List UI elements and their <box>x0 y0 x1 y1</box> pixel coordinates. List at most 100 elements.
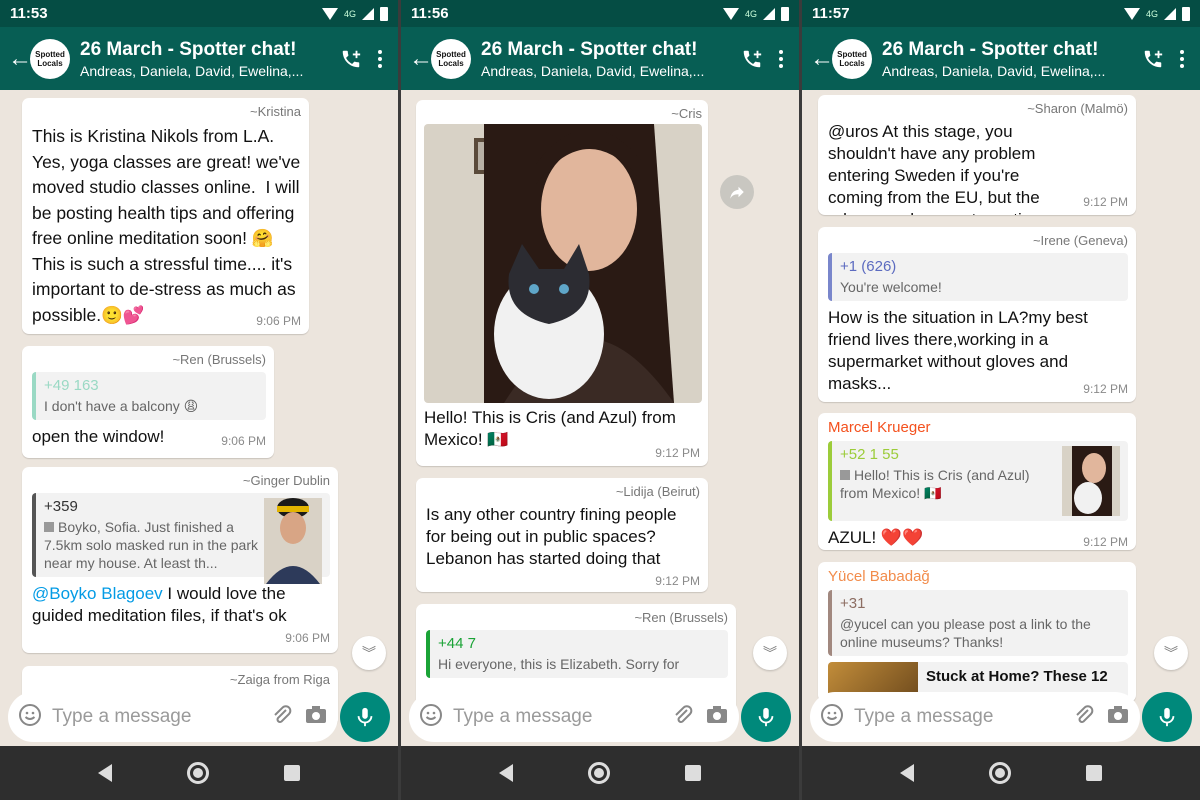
group-title-block[interactable]: 26 March - Spotter chat! Andreas, Daniel… <box>882 39 1136 79</box>
image-icon <box>840 470 850 480</box>
add-call-icon[interactable] <box>735 48 769 70</box>
message-input-bar[interactable]: Type a message <box>810 692 1140 742</box>
add-call-icon[interactable] <box>334 48 368 70</box>
attach-icon[interactable] <box>1072 703 1096 732</box>
message-bubble[interactable]: ~Lidija (Beirut) Is any other country fi… <box>416 478 708 592</box>
quoted-message[interactable]: +31 @yucel can you please post a link to… <box>828 590 1128 656</box>
chat-header: ← Spotted Locals 26 March - Spotter chat… <box>802 27 1200 90</box>
quoted-text: Hi everyone, this is Elizabeth. Sorry fo… <box>438 656 680 672</box>
back-arrow-icon[interactable]: ← <box>810 46 834 71</box>
nav-back-icon[interactable] <box>97 764 112 782</box>
wifi-icon <box>1123 7 1140 20</box>
message-bubble[interactable]: ~Sharon (Malmö) @uros At this stage, you… <box>818 95 1136 215</box>
quoted-number: +31 <box>840 595 866 612</box>
battery-icon <box>380 6 388 21</box>
quoted-text: Boyko, Sofia. Just finished a 7.5km solo… <box>44 519 258 571</box>
group-members: Andreas, Daniela, David, Ewelina,... <box>80 62 304 79</box>
scroll-to-bottom-button[interactable]: ︾ <box>352 636 386 670</box>
message-bubble[interactable]: ~Cris Hello! This is Cris (and Azul) fro… <box>416 100 708 466</box>
message-time: 9:12 PM <box>1083 535 1128 549</box>
message-text: Is any other country fining people for b… <box>426 505 682 568</box>
chat-header: ← Spotted Locals 26 March - Spotter chat… <box>401 27 799 90</box>
nav-recents-icon[interactable] <box>1086 765 1103 781</box>
message-time: 9:12 PM <box>655 574 700 588</box>
mic-button[interactable] <box>1142 692 1192 742</box>
message-text: This is Kristina Nikols from L.A. Yes, y… <box>32 126 306 325</box>
quoted-message[interactable]: +49 163 I don't have a balcony 😩 <box>32 372 266 420</box>
nav-back-icon[interactable] <box>899 764 914 782</box>
nav-home-icon[interactable] <box>587 762 610 784</box>
message-time: 9:06 PM <box>221 434 266 448</box>
message-bubble[interactable]: ~Kristina This is Kristina Nikols from L… <box>22 98 309 334</box>
mic-icon <box>758 707 774 727</box>
shared-photo[interactable] <box>424 124 702 403</box>
status-time: 11:53 <box>10 5 48 22</box>
mic-button[interactable] <box>741 692 791 742</box>
group-title-block[interactable]: 26 March - Spotter chat! Andreas, Daniel… <box>80 39 334 79</box>
status-bar: 11:53 4G <box>0 0 398 27</box>
battery-icon <box>781 6 789 21</box>
scroll-to-bottom-button[interactable]: ︾ <box>1154 636 1188 670</box>
quoted-message[interactable]: +44 7 Hi everyone, this is Elizabeth. So… <box>426 630 728 678</box>
message-sender: ~Cris <box>671 106 702 121</box>
attach-icon[interactable] <box>671 703 695 732</box>
message-text: Hello! This is Cris (and Azul) from Mexi… <box>424 408 681 449</box>
nav-home-icon[interactable] <box>186 762 209 784</box>
nav-recents-icon[interactable] <box>685 765 702 781</box>
camera-icon[interactable] <box>705 703 729 732</box>
quoted-image-thumbnail <box>264 498 322 584</box>
message-bubble[interactable]: ~Ren (Brussels) +49 163 I don't have a b… <box>22 346 274 458</box>
nav-recents-icon[interactable] <box>284 765 301 781</box>
forward-button[interactable] <box>720 175 754 209</box>
emoji-icon[interactable] <box>18 703 42 732</box>
message-list[interactable]: ~Kristina This is Kristina Nikols from L… <box>0 90 398 746</box>
nav-back-icon[interactable] <box>498 764 513 782</box>
back-arrow-icon[interactable]: ← <box>409 46 433 71</box>
message-input[interactable]: Type a message <box>52 706 260 728</box>
quoted-image-thumbnail <box>1062 446 1120 516</box>
message-list[interactable]: ~Sharon (Malmö) @uros At this stage, you… <box>802 90 1200 746</box>
message-input[interactable]: Type a message <box>854 706 1062 728</box>
message-sender: ~Ren (Brussels) <box>634 610 728 625</box>
group-avatar[interactable]: Spotted Locals <box>832 38 872 79</box>
camera-icon[interactable] <box>304 703 328 732</box>
quoted-number: +49 163 <box>44 377 99 394</box>
quoted-number: +1 (626) <box>840 258 897 275</box>
message-text: AZUL! ❤️❤️ <box>828 528 924 547</box>
quoted-text: I don't have a balcony 😩 <box>44 398 199 414</box>
message-bubble[interactable]: Marcel Krueger +52 1 55 Hello! This is C… <box>818 413 1136 550</box>
more-options-icon[interactable] <box>368 49 392 68</box>
more-options-icon[interactable] <box>1170 49 1194 68</box>
message-bubble[interactable]: Yücel Babadağ +31 @yucel can you please … <box>818 562 1136 702</box>
lte-icon: 4G <box>1145 8 1158 19</box>
forward-icon <box>730 186 744 199</box>
back-arrow-icon[interactable]: ← <box>8 46 32 71</box>
group-avatar[interactable]: Spotted Locals <box>30 38 70 79</box>
quoted-message[interactable]: +52 1 55 Hello! This is Cris (and Azul) … <box>828 441 1128 521</box>
message-input[interactable]: Type a message <box>453 706 661 728</box>
message-bubble[interactable]: ~Ginger Dublin +359 Boyko, Sofia. Just f… <box>22 467 338 653</box>
message-bubble[interactable]: ~Irene (Geneva) +1 (626) You're welcome!… <box>818 227 1136 402</box>
more-options-icon[interactable] <box>769 49 793 68</box>
quoted-message[interactable]: +359 Boyko, Sofia. Just finished a 7.5km… <box>32 493 330 584</box>
mic-button[interactable] <box>340 692 390 742</box>
message-input-bar[interactable]: Type a message <box>8 692 338 742</box>
battery-icon <box>1182 6 1190 21</box>
message-input-bar[interactable]: Type a message <box>409 692 739 742</box>
nav-home-icon[interactable] <box>988 762 1011 784</box>
attach-icon[interactable] <box>270 703 294 732</box>
scroll-to-bottom-button[interactable]: ︾ <box>753 636 787 670</box>
wifi-icon <box>321 7 338 20</box>
lte-icon: 4G <box>744 8 757 19</box>
group-avatar[interactable]: Spotted Locals <box>431 38 471 79</box>
emoji-icon[interactable] <box>820 703 844 732</box>
signal-icon <box>1164 7 1176 20</box>
status-time: 11:56 <box>411 5 449 22</box>
user-mention[interactable]: @Boyko Blagoev <box>32 584 163 603</box>
camera-icon[interactable] <box>1106 703 1130 732</box>
add-call-icon[interactable] <box>1136 48 1170 70</box>
emoji-icon[interactable] <box>419 703 443 732</box>
message-sender: Marcel Krueger <box>828 419 931 436</box>
quoted-message[interactable]: +1 (626) You're welcome! <box>828 253 1128 301</box>
group-title-block[interactable]: 26 March - Spotter chat! Andreas, Daniel… <box>481 39 735 79</box>
